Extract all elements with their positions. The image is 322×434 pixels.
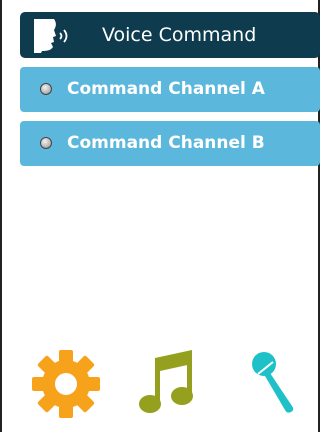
- command-channel-b-button[interactable]: Command Channel B: [20, 121, 320, 166]
- voice-command-header[interactable]: Voice Command: [20, 12, 320, 58]
- voice-head-icon: [34, 19, 68, 53]
- gear-icon[interactable]: [30, 348, 102, 420]
- command-channel-a-button[interactable]: Command Channel A: [20, 67, 320, 112]
- page-title: Voice Command: [102, 24, 257, 46]
- microphone-icon[interactable]: [248, 348, 304, 418]
- channel-label: Command Channel B: [67, 133, 265, 153]
- channel-label: Command Channel A: [67, 79, 265, 99]
- radio-icon: [40, 137, 52, 149]
- music-note-icon[interactable]: [138, 348, 198, 416]
- radio-icon: [40, 83, 52, 95]
